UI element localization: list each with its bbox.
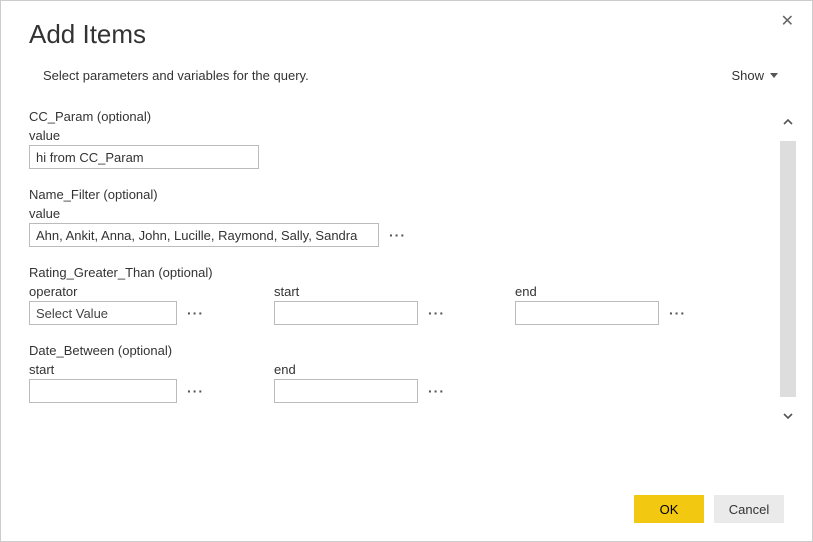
rating-gt-operator-field: operator ··· [29,284,204,325]
date-between-start-input[interactable] [29,379,177,403]
date-between-end-label: end [274,362,445,377]
name-filter-input-wrap: ··· [29,223,756,247]
date-between-end-wrap: ··· [274,379,445,403]
rating-gt-end-input[interactable] [515,301,659,325]
cc-param-value-field: value [29,128,756,169]
more-icon[interactable]: ··· [187,305,204,321]
dialog-instructions: Select parameters and variables for the … [43,68,309,83]
name-filter-value-label: value [29,206,756,221]
scroll-track[interactable] [780,141,796,397]
date-between-start-label: start [29,362,204,377]
rating-gt-operator-wrap: ··· [29,301,204,325]
more-icon[interactable]: ··· [187,383,204,399]
rating-greater-than-section: Rating_Greater_Than (optional) operator … [29,265,756,325]
rating-gt-end-label: end [515,284,686,299]
rating-gt-start-label: start [274,284,445,299]
cc-param-section: CC_Param (optional) value [29,109,756,169]
name-filter-value-input[interactable] [29,223,379,247]
ok-button[interactable]: OK [634,495,704,523]
show-dropdown[interactable]: Show [731,68,778,83]
name-filter-section: Name_Filter (optional) value ··· [29,187,756,247]
date-between-end-input[interactable] [274,379,418,403]
rating-gt-operator-input[interactable] [29,301,177,325]
rating-gt-start-field: start ··· [274,284,445,325]
more-icon[interactable]: ··· [669,305,686,321]
date-between-title: Date_Between (optional) [29,343,756,358]
instructions-row: Select parameters and variables for the … [1,68,812,93]
show-label: Show [731,68,764,83]
rating-gt-start-wrap: ··· [274,301,445,325]
rating-gt-row: operator ··· start ··· end [29,284,756,325]
parameters-form: CC_Param (optional) value Name_Filter (o… [29,109,782,473]
cc-param-title: CC_Param (optional) [29,109,756,124]
rating-gt-end-wrap: ··· [515,301,686,325]
more-icon[interactable]: ··· [428,383,445,399]
close-icon[interactable]: ✕ [773,7,802,35]
name-filter-title: Name_Filter (optional) [29,187,756,202]
rating-gt-title: Rating_Greater_Than (optional) [29,265,756,280]
rating-gt-operator-label: operator [29,284,204,299]
rating-gt-end-field: end ··· [515,284,686,325]
cc-param-value-label: value [29,128,756,143]
rating-gt-start-input[interactable] [274,301,418,325]
date-between-start-wrap: ··· [29,379,204,403]
add-items-dialog: ✕ Add Items Select parameters and variab… [0,0,813,542]
name-filter-value-field: value ··· [29,206,756,247]
scroll-up-icon[interactable] [778,109,798,135]
dialog-footer: OK Cancel [634,495,784,523]
chevron-down-icon [770,73,778,78]
cancel-button[interactable]: Cancel [714,495,784,523]
cc-param-input-wrap [29,145,756,169]
date-between-end-field: end ··· [274,362,445,403]
cc-param-value-input[interactable] [29,145,259,169]
more-icon[interactable]: ··· [428,305,445,321]
date-between-section: Date_Between (optional) start ··· end ··… [29,343,756,403]
date-between-start-field: start ··· [29,362,204,403]
more-icon[interactable]: ··· [389,227,406,243]
dialog-title: Add Items [29,19,812,50]
date-between-row: start ··· end ··· [29,362,756,403]
scroll-down-icon[interactable] [778,403,798,429]
scrollbar[interactable] [778,109,798,429]
